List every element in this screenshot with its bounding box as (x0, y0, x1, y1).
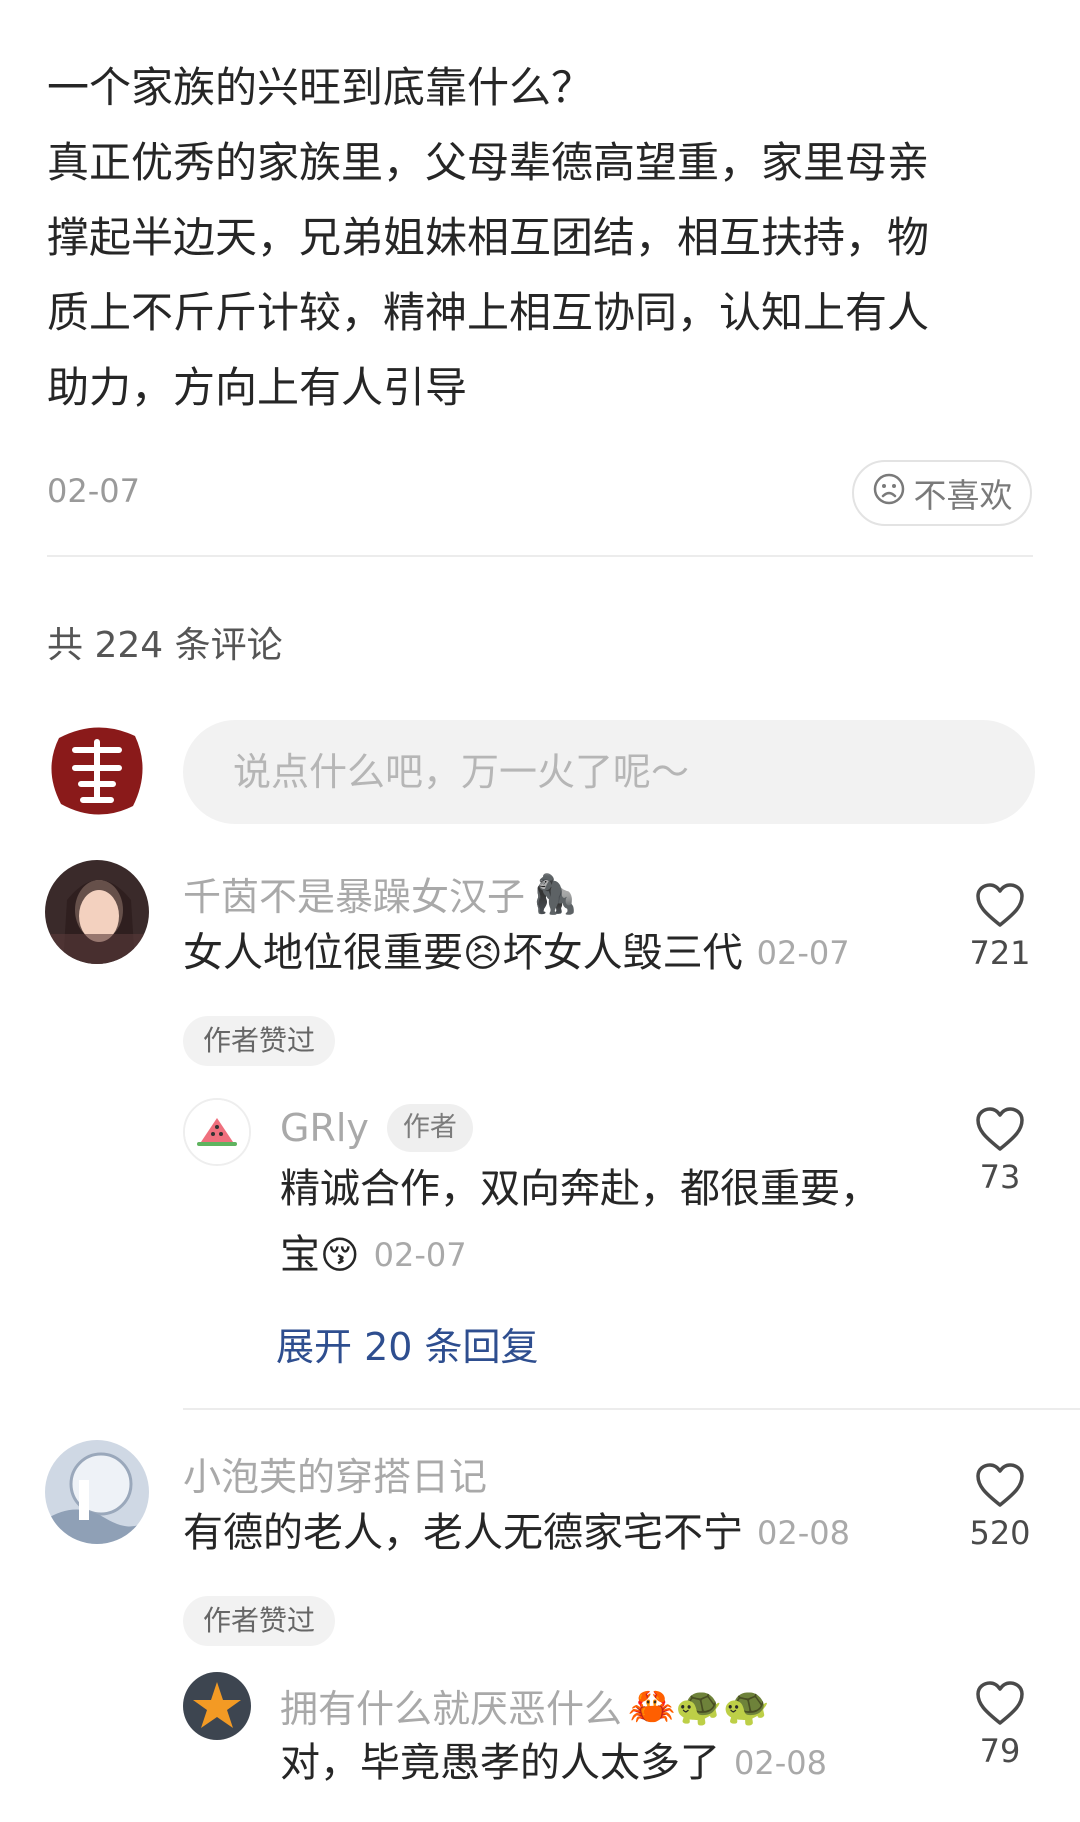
like-count: 520 (969, 1514, 1031, 1552)
heart-icon (976, 1463, 1024, 1507)
reply-text-part: 宝 (280, 1232, 320, 1278)
crab-turtle-emojis: 🦀🐢🐢 (628, 1683, 770, 1728)
gorilla-emoji: 🦍 (531, 871, 579, 916)
post-date: 02-07 (47, 472, 140, 510)
frown-icon (872, 472, 906, 514)
comment-text: 女人地位很重要 😣 坏女人毁三代 02-07 (183, 920, 850, 986)
username-text: 小泡芙的穿搭日记 (183, 1455, 488, 1499)
heart-icon (976, 883, 1024, 927)
avatar-image (45, 860, 149, 964)
divider (47, 555, 1033, 557)
post-line: 质上不斤斤计较，精神上相互协同，认知上有人 (47, 288, 930, 337)
reply-text-line: 对，毕竟愚孝的人太多了 02-08 (280, 1730, 827, 1796)
reply-text-part: 对，毕竟愚孝的人太多了 (280, 1740, 720, 1786)
seal-avatar (51, 727, 143, 815)
watermelon-icon (185, 1100, 249, 1164)
expand-replies-link[interactable]: 展开 20 条回复 (276, 1316, 539, 1371)
comment-text-part: 有德的老人，老人无德家宅不宁 (183, 1510, 743, 1556)
author-tag: 作者 (386, 1104, 473, 1152)
avatar-image (45, 1440, 149, 1544)
comment-time: 02-08 (757, 1514, 850, 1552)
like-count: 721 (969, 934, 1031, 972)
my-avatar[interactable] (45, 718, 149, 822)
kiss-emoji: 😚 (320, 1233, 360, 1277)
comment-text-part: 女人地位很重要 (183, 930, 463, 976)
avatar[interactable] (183, 1098, 251, 1166)
dislike-button[interactable]: 不喜欢 (852, 460, 1032, 526)
like-button[interactable]: 73 (950, 1106, 1050, 1196)
reply-text-line: 宝 😚 02-07 (280, 1222, 467, 1288)
heart-icon (976, 1681, 1024, 1725)
post-line: 助力，方向上有人引导 (47, 363, 468, 412)
author-liked-badge: 作者赞过 (183, 1016, 336, 1066)
dislike-label: 不喜欢 (913, 476, 1013, 515)
username-text: 千茵不是暴躁女汉子 (183, 875, 526, 919)
reply-username[interactable]: GRly 作者 (280, 1104, 473, 1152)
avatar[interactable] (183, 1672, 251, 1740)
reply-text-line: 精诚合作，双向奔赴，都很重要， (280, 1156, 880, 1222)
username-text: GRly (280, 1106, 369, 1150)
comment-username[interactable]: 千茵不是暴躁女汉子 🦍 (183, 866, 578, 921)
comment-count: 共 224 条评论 (47, 625, 283, 666)
divider (183, 1408, 1080, 1410)
heart-icon (976, 1107, 1024, 1151)
comment-text-part: 坏女人毁三代 (502, 930, 743, 976)
reply-username[interactable]: 拥有什么就厌恶什么 🦀🐢🐢 (280, 1678, 770, 1733)
starfish-icon (183, 1672, 251, 1740)
username-text: 拥有什么就厌恶什么 (280, 1687, 623, 1731)
comment-time: 02-07 (756, 934, 850, 972)
like-count: 79 (979, 1732, 1021, 1770)
reply-time: 02-08 (734, 1744, 827, 1782)
avatar[interactable] (45, 860, 149, 964)
post-line: 撑起半边天，兄弟姐妹相互团结，相互扶持，物 (47, 213, 930, 262)
peach-face-emoji: 😣 (463, 931, 503, 975)
post-text: 一个家族的兴旺到底靠什么？ 真正优秀的家族里，父母辈德高望重，家里母亲 撑起半边… (47, 50, 1037, 425)
avatar[interactable] (45, 1440, 149, 1544)
author-liked-badge: 作者赞过 (183, 1596, 336, 1646)
reply-time: 02-07 (373, 1236, 467, 1274)
comment-input[interactable] (183, 720, 1035, 824)
like-button[interactable]: 721 (950, 882, 1050, 972)
comment-username[interactable]: 小泡芙的穿搭日记 (183, 1446, 487, 1501)
like-button[interactable]: 79 (950, 1680, 1050, 1770)
post-line: 真正优秀的家族里，父母辈德高望重，家里母亲 (47, 138, 930, 187)
reply-text-part: 精诚合作，双向奔赴，都很重要， (280, 1166, 880, 1212)
comment-text: 有德的老人，老人无德家宅不宁 02-08 (183, 1500, 850, 1566)
like-count: 73 (979, 1158, 1021, 1196)
post-line: 一个家族的兴旺到底靠什么？ (47, 63, 594, 112)
like-button[interactable]: 520 (950, 1462, 1050, 1552)
